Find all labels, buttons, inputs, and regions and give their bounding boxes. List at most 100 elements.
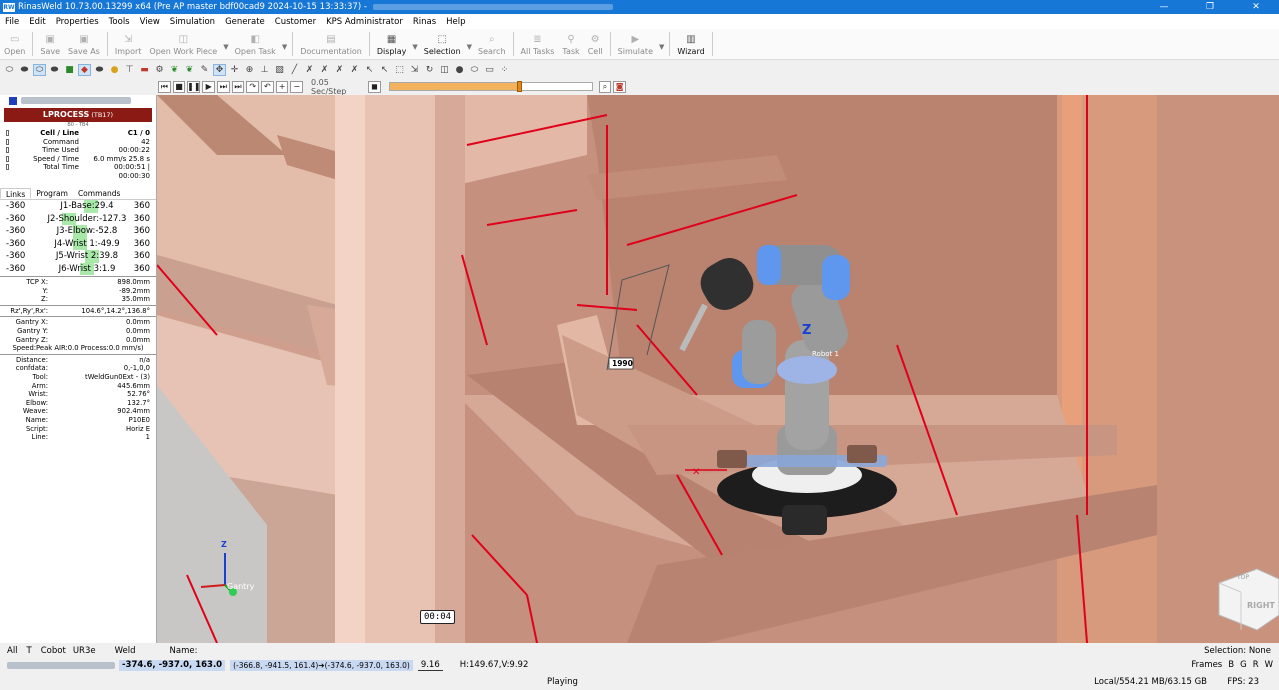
search-icon[interactable]: ⌕: [598, 80, 612, 93]
frame-g-toggle[interactable]: G: [1240, 660, 1247, 670]
step-back-icon[interactable]: ↶: [261, 80, 274, 93]
close-button[interactable]: ✕: [1233, 0, 1279, 14]
menu-customer[interactable]: Customer: [270, 17, 321, 27]
weld-icon[interactable]: ✗: [333, 64, 346, 76]
menu-file[interactable]: File: [0, 17, 24, 27]
menu-edit[interactable]: Edit: [24, 17, 50, 27]
view-solid-icon[interactable]: ⬬: [48, 64, 61, 76]
tab-links[interactable]: Links: [0, 188, 32, 199]
menu-properties[interactable]: Properties: [51, 17, 104, 27]
cell-icon: ⚙: [590, 34, 600, 45]
pencil-icon[interactable]: ✎: [198, 64, 211, 76]
crosshair-icon[interactable]: ⊕: [243, 64, 256, 76]
save-as-button[interactable]: ▣ Save As: [64, 34, 104, 59]
step-over-icon[interactable]: ↷: [246, 80, 260, 93]
pointer-icon[interactable]: ↖: [363, 64, 376, 76]
weld-icon[interactable]: ✗: [303, 64, 316, 76]
cube-icon[interactable]: ◫: [438, 64, 451, 76]
cell-button[interactable]: ⚙ Cell: [584, 34, 607, 59]
open-button[interactable]: ▭ Open: [0, 34, 29, 59]
robot-selector[interactable]: [0, 95, 156, 106]
menu-kps-administrator[interactable]: KPS Administrator: [321, 17, 408, 27]
frame-r-toggle[interactable]: R: [1253, 660, 1259, 670]
step-forward-icon[interactable]: ⏭: [217, 80, 230, 93]
measure-icon[interactable]: ⊥: [258, 64, 271, 76]
line-icon[interactable]: ╱: [288, 64, 301, 76]
chevron-down-icon[interactable]: ▼: [467, 43, 472, 51]
workpiece-green-icon[interactable]: ■: [63, 64, 76, 76]
weld-icon[interactable]: ✗: [318, 64, 331, 76]
torch-icon[interactable]: ⊤: [123, 64, 136, 76]
grid-icon[interactable]: ⁘: [498, 64, 511, 76]
save-icon: ▣: [45, 34, 55, 45]
divider: [0, 316, 156, 318]
maximize-button[interactable]: ❐: [1187, 0, 1233, 14]
sphere-icon[interactable]: ●: [453, 64, 466, 76]
split-icon[interactable]: ⇲: [408, 64, 421, 76]
open-task-button[interactable]: ◧ Open Task: [231, 34, 280, 59]
frame-w-toggle[interactable]: W: [1265, 660, 1273, 670]
open-work-piece-button[interactable]: ◫ Open Work Piece: [145, 34, 221, 59]
task-button[interactable]: ⚲ Task: [558, 34, 583, 59]
robot-arm-icon[interactable]: ⚙: [153, 64, 166, 76]
play-icon[interactable]: ▶: [202, 80, 216, 93]
plus-icon[interactable]: +: [275, 80, 289, 93]
chevron-down-icon[interactable]: ▼: [659, 43, 664, 51]
view-wire-icon[interactable]: ⬬: [18, 64, 31, 76]
import-button[interactable]: ⇲ Import: [111, 34, 146, 59]
wizard-button[interactable]: ▥ Wizard: [673, 34, 708, 59]
chevron-down-icon[interactable]: ▼: [223, 43, 228, 51]
view-shaded-icon[interactable]: ⬭: [3, 64, 16, 76]
menu-simulation[interactable]: Simulation: [165, 17, 220, 27]
pause-icon[interactable]: ❚❚: [187, 80, 201, 93]
display-button[interactable]: ▦ Display: [373, 34, 411, 59]
tab-program[interactable]: Program: [31, 188, 73, 199]
lightbulb-icon[interactable]: ●: [108, 64, 121, 76]
frame-b-toggle[interactable]: B: [1228, 660, 1234, 670]
menu-rinas[interactable]: Rinas: [408, 17, 441, 27]
weld-icon[interactable]: ✗: [348, 64, 361, 76]
3d-viewport[interactable]: ✕ 1990 Robot 1 Z Z Gantry TOP RIGHT 00:0…: [157, 95, 1279, 643]
chevron-down-icon[interactable]: ▼: [282, 43, 287, 51]
selection-button[interactable]: ⬚ Selection: [420, 34, 465, 59]
documentation-button[interactable]: ▤ Documentation: [296, 34, 366, 59]
pointer-icon[interactable]: ↖: [378, 64, 391, 76]
filter-ur3e[interactable]: UR3e: [73, 646, 96, 656]
view-outline-icon[interactable]: ⬭: [33, 64, 46, 76]
skip-start-icon[interactable]: ⏮: [158, 80, 171, 93]
speed-picker-icon[interactable]: ◼: [368, 80, 381, 93]
all-tasks-button[interactable]: ≣ All Tasks: [517, 34, 559, 59]
robot-red-icon[interactable]: ◆: [78, 64, 91, 76]
simulate-button[interactable]: ▶ Simulate: [614, 34, 657, 59]
stop-icon[interactable]: ■: [172, 80, 186, 93]
playback-slider[interactable]: [388, 81, 593, 92]
search-button[interactable]: ⌕ Search: [474, 34, 509, 59]
tab-commands[interactable]: Commands: [73, 188, 125, 199]
save-button[interactable]: ▣ Save: [36, 34, 64, 59]
move-icon[interactable]: ✥: [213, 64, 226, 76]
minus-icon[interactable]: −: [290, 80, 304, 93]
leaf-icon[interactable]: ❦: [168, 64, 181, 76]
box-icon[interactable]: ▭: [483, 64, 496, 76]
path-icon[interactable]: ⬬: [93, 64, 106, 76]
menu-view[interactable]: View: [135, 17, 165, 27]
chevron-down-icon[interactable]: ▼: [412, 43, 417, 51]
menu-help[interactable]: Help: [441, 17, 470, 27]
rotate-icon[interactable]: ↻: [423, 64, 436, 76]
skip-end-icon[interactable]: ⏭: [231, 80, 245, 93]
filter-cobot[interactable]: Cobot: [41, 646, 66, 656]
record-icon[interactable]: ◙: [613, 80, 626, 93]
section-icon[interactable]: ▧: [273, 64, 286, 76]
playback-slider-thumb[interactable]: [516, 81, 522, 92]
filter-weld[interactable]: Weld: [115, 646, 136, 656]
menu-tools[interactable]: Tools: [104, 17, 135, 27]
filter-t[interactable]: T: [27, 646, 32, 656]
cylinder-icon[interactable]: ⬭: [468, 64, 481, 76]
minimize-button[interactable]: —: [1141, 0, 1187, 14]
filter-all[interactable]: All: [7, 646, 18, 656]
pan-icon[interactable]: ✛: [228, 64, 241, 76]
frame-icon[interactable]: ⬚: [393, 64, 406, 76]
leaf-icon[interactable]: ❦: [183, 64, 196, 76]
record-icon[interactable]: ▬: [138, 64, 151, 76]
menu-generate[interactable]: Generate: [220, 17, 270, 27]
